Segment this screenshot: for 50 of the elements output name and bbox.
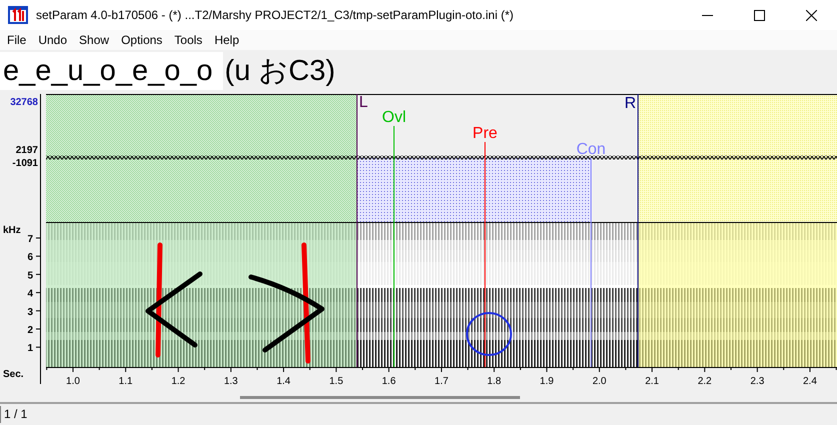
window-title: setParam 4.0-b170506 - (*) ...T2/Marshy PROJECT2/1_C3/tmp-setParamPlugin-oto.ini (*): [36, 8, 515, 22]
menu-item[interactable]: Show: [73, 31, 116, 49]
time-label: 2.4: [803, 376, 817, 387]
menu-item[interactable]: Undo: [32, 31, 74, 49]
marker-label: Con: [576, 141, 606, 158]
circle-mark: [466, 312, 512, 356]
frequency-label: 7: [27, 234, 33, 245]
time-label: 1.0: [66, 376, 80, 387]
time-label: 2.3: [750, 376, 764, 387]
time-label: 1.7: [434, 376, 448, 387]
marker-label: Ovl: [382, 109, 406, 126]
marker-label: R: [624, 95, 636, 112]
time-label: 2.1: [645, 376, 659, 387]
amplitude-label: 32768: [10, 97, 38, 108]
menu-item[interactable]: Help: [208, 31, 246, 49]
amplitude-label: -1091: [12, 158, 38, 169]
scrollbar-thumb[interactable]: [240, 396, 520, 399]
marker-line[interactable]: [590, 158, 592, 368]
menu-item[interactable]: Options: [115, 31, 168, 49]
time-unit: Sec.: [3, 369, 24, 380]
time-label: 1.1: [118, 376, 133, 387]
frequency-label: 1: [27, 343, 33, 354]
time-label: 2.2: [698, 376, 712, 387]
frequency-label: 3: [27, 306, 33, 318]
app-icon: [8, 6, 28, 24]
menu-item[interactable]: Tools: [168, 31, 208, 49]
time-label: 1.4: [276, 376, 291, 387]
time-label: 1.6: [382, 376, 396, 387]
marker-label: Pre: [472, 125, 498, 142]
close-icon: [806, 10, 816, 20]
status-text: 1 / 1: [0, 406, 30, 423]
marker-label: L: [359, 94, 368, 111]
time-label: 1.3: [224, 376, 238, 387]
time-label: 2.0: [592, 376, 606, 387]
maximize-icon: [754, 10, 764, 20]
frequency-label: 6: [27, 252, 33, 264]
frequency-unit: kHz: [3, 225, 21, 236]
menu-item[interactable]: File: [1, 31, 32, 49]
frequency-label: 4: [27, 288, 33, 300]
time-label: 1.5: [329, 376, 344, 387]
frequency-label: 2: [27, 325, 33, 336]
alias-detail: (u おC3): [224, 54, 336, 89]
marker-line[interactable]: [484, 142, 486, 368]
time-label: 1.2: [171, 376, 186, 387]
frequency-label: 5: [27, 270, 33, 282]
time-label: 1.8: [487, 376, 502, 387]
time-label: 1.9: [540, 376, 554, 387]
marker-line[interactable]: [356, 94, 358, 368]
alias-name: e_e_u_o_e_o_o: [0, 52, 223, 90]
amplitude-label: 2197: [16, 145, 38, 156]
